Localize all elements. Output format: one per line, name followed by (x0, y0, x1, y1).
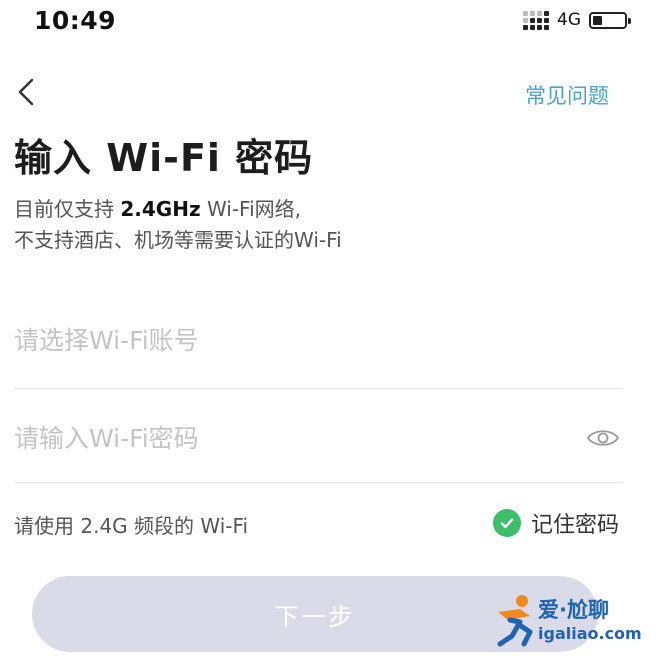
page-title: 输入 Wi-Fi 密码 (14, 136, 314, 180)
password-field (14, 416, 622, 483)
ssid-field (14, 318, 622, 389)
description-line-1: 目前仅支持 2.4GHz Wi-Fi网络, (14, 197, 302, 221)
frequency-highlight: 2.4GHz (120, 197, 201, 221)
eye-icon[interactable] (586, 426, 620, 450)
signal-icon (523, 10, 549, 30)
remember-password-toggle[interactable]: 记住密码 (492, 507, 619, 539)
network-type: 4G (557, 10, 581, 30)
status-bar: 10:49 4G (0, 0, 657, 44)
faq-link[interactable]: 常见问题 (525, 80, 609, 110)
ssid-input[interactable] (14, 326, 554, 355)
frequency-hint: 请使用 2.4G 频段的 Wi-Fi (14, 514, 249, 538)
chevron-left-icon (18, 78, 34, 106)
password-input[interactable] (14, 424, 554, 453)
remember-password-label: 记住密码 (530, 513, 619, 538)
status-indicators: 4G (523, 10, 631, 30)
battery-icon (589, 11, 631, 29)
back-button[interactable] (12, 76, 44, 108)
check-circle-icon (492, 509, 521, 537)
description-line-2: 不支持酒店、机场等需要认证的Wi-Fi (14, 228, 342, 252)
description: 目前仅支持 2.4GHz Wi-Fi网络, 不支持酒店、机场等需要认证的Wi-F… (14, 194, 342, 256)
next-button[interactable]: 下一步 (32, 576, 598, 652)
status-time: 10:49 (34, 6, 117, 35)
